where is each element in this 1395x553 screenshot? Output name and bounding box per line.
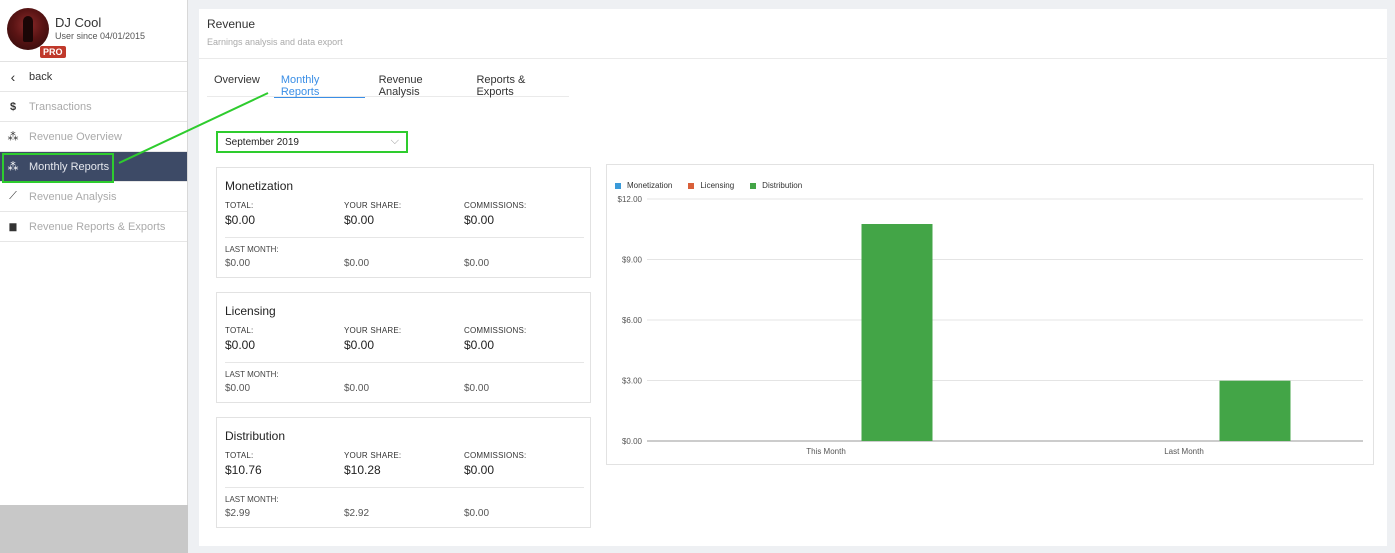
month-select-value: September 2019 [225, 137, 299, 148]
page-title: Revenue [207, 17, 256, 31]
total-value: $0.00 [225, 338, 256, 352]
chevron-left-icon: ‹ [10, 68, 16, 85]
y-tick-label: $6.00 [622, 316, 643, 325]
share-column: YOUR SHARE: $10.28 [344, 451, 401, 477]
sidebar-item-back[interactable]: ‹ back [0, 62, 187, 92]
commissions-value: $0.00 [464, 463, 495, 477]
tab-reports-exports[interactable]: Reports & Exports [469, 66, 569, 98]
bar-distribution-last-month[interactable] [1219, 380, 1291, 441]
card-distribution: Distribution TOTAL: $10.76 YOUR SHARE: $… [216, 417, 591, 528]
share-label: YOUR SHARE: [344, 451, 402, 460]
commissions-column: COMMISSIONS: $0.00 [464, 201, 526, 227]
y-tick-label: $12.00 [618, 195, 643, 204]
total-value: $0.00 [225, 213, 256, 227]
document-icon: ▆ [9, 221, 17, 231]
x-tick-label: Last Month [1164, 447, 1204, 456]
sidebar-item-label: Revenue Analysis [29, 190, 117, 203]
sidebar: PRO DJ Cool User since 04/01/2015 ‹ back… [0, 0, 188, 553]
divider [225, 362, 584, 363]
commissions-column: COMMISSIONS: $0.00 [464, 326, 526, 352]
x-tick-label: This Month [806, 447, 846, 456]
chevron-down-icon: ⌵ [390, 135, 399, 147]
last-month-label: LAST MONTH: [225, 495, 279, 504]
avatar-figure [23, 16, 33, 42]
sidebar-item-label: Monthly Reports [29, 160, 110, 173]
last-month-share: $0.00 [344, 258, 370, 269]
line-chart-icon: ⟋ [9, 190, 17, 202]
last-month-total: $0.00 [225, 383, 251, 394]
y-tick-label: $9.00 [622, 256, 643, 265]
card-monetization: Monetization TOTAL: $0.00 YOUR SHARE: $0… [216, 167, 591, 278]
total-column: TOTAL: $0.00 [225, 326, 255, 352]
commissions-label: COMMISSIONS: [464, 326, 527, 335]
last-month-share: $0.00 [344, 383, 370, 394]
bar-distribution-this-month[interactable] [861, 224, 933, 441]
last-month-total: $2.99 [225, 508, 251, 519]
share-column: YOUR SHARE: $0.00 [344, 201, 401, 227]
dollar-icon: $ [9, 100, 17, 113]
last-month-commissions: $0.00 [464, 258, 490, 269]
commissions-column: COMMISSIONS: $0.00 [464, 451, 526, 477]
sidebar-item-label: Revenue Reports & Exports [29, 220, 166, 233]
total-column: TOTAL: $0.00 [225, 201, 255, 227]
chart-plot: $0.00 $3.00 $6.00 $9.00 $12.00 This Month Last… [618, 195, 1363, 456]
last-month-label: LAST MONTH: [225, 370, 279, 379]
last-month-commissions: $0.00 [464, 508, 490, 519]
total-label: TOTAL: [225, 201, 254, 210]
share-column: YOUR SHARE: $0.00 [344, 326, 401, 352]
divider [225, 487, 584, 488]
tabs: Overview Monthly Reports Revenue Analysi… [207, 66, 569, 98]
commissions-label: COMMISSIONS: [464, 451, 527, 460]
sidebar-item-revenue-overview[interactable]: ⁂ Revenue Overview [0, 122, 187, 152]
share-value: $10.28 [344, 463, 381, 477]
total-label: TOTAL: [225, 451, 254, 460]
sidebar-item-label: back [29, 70, 53, 83]
commissions-value: $0.00 [464, 213, 495, 227]
last-month-commissions: $0.00 [464, 383, 490, 394]
share-value: $0.00 [344, 338, 375, 352]
total-label: TOTAL: [225, 326, 254, 335]
tab-revenue-analysis[interactable]: Revenue Analysis [372, 66, 470, 98]
sidebar-panel: PRO DJ Cool User since 04/01/2015 ‹ back… [0, 0, 188, 505]
share-label: YOUR SHARE: [344, 326, 402, 335]
profile-name: DJ Cool [55, 15, 102, 30]
avatar[interactable]: PRO [7, 8, 66, 58]
sidebar-item-label: Transactions [29, 100, 92, 113]
commissions-label: COMMISSIONS: [464, 201, 527, 210]
share-value: $0.00 [344, 213, 375, 227]
revenue-chart: Monetization Licensing Distribution $0.0… [606, 164, 1374, 465]
page-header: Revenue Earnings analysis and data expor… [199, 9, 1387, 59]
main-panel: Revenue Earnings analysis and data expor… [199, 9, 1387, 546]
sidebar-item-revenue-analysis[interactable]: ⟋ Revenue Analysis [0, 182, 187, 212]
sidebar-item-transactions[interactable]: $ Transactions [0, 92, 187, 122]
page-subtitle: Earnings analysis and data export [207, 37, 343, 47]
last-month-total: $0.00 [225, 258, 251, 269]
commissions-value: $0.00 [464, 338, 495, 352]
pro-badge: PRO [40, 46, 66, 58]
total-value: $10.76 [225, 463, 262, 477]
network-icon: ⁂ [7, 161, 19, 173]
sidebar-item-monthly-reports[interactable]: ⁂ Monthly Reports [0, 152, 187, 182]
share-label: YOUR SHARE: [344, 201, 402, 210]
profile-header: PRO DJ Cool User since 04/01/2015 [0, 0, 187, 62]
y-tick-label: $3.00 [622, 377, 643, 386]
last-month-share: $2.92 [344, 508, 370, 519]
card-title: Licensing [225, 304, 276, 318]
y-tick-label: $0.00 [622, 437, 643, 446]
last-month-label: LAST MONTH: [225, 245, 279, 254]
card-title: Monetization [225, 179, 294, 193]
sidebar-item-revenue-reports-exports[interactable]: ▆ Revenue Reports & Exports [0, 212, 187, 242]
tab-monthly-reports[interactable]: Monthly Reports [273, 66, 365, 98]
profile-since: User since 04/01/2015 [55, 31, 146, 41]
divider [225, 237, 584, 238]
card-licensing: Licensing TOTAL: $0.00 YOUR SHARE: $0.00… [216, 292, 591, 403]
card-title: Distribution [225, 429, 286, 443]
month-select[interactable]: September 2019 ⌵ [216, 131, 408, 153]
sidebar-item-label: Revenue Overview [29, 130, 122, 143]
network-icon: ⁂ [7, 131, 19, 143]
total-column: TOTAL: $10.76 [225, 451, 262, 477]
tab-overview[interactable]: Overview [207, 66, 267, 97]
